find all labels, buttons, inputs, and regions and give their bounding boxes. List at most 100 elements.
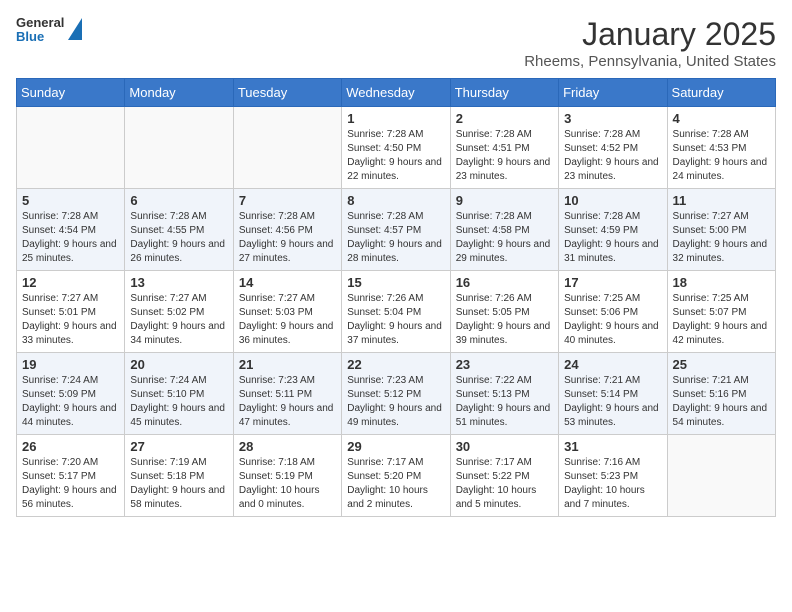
header-friday: Friday xyxy=(559,79,667,107)
table-row: 24 Sunrise: 7:21 AM Sunset: 5:14 PM Dayli… xyxy=(559,353,667,435)
day-number: 5 xyxy=(22,193,119,208)
table-row: 27Sunrise: 7:19 AM Sunset: 5:18 PM Dayli… xyxy=(125,435,233,517)
week-row-1: 1 Sunrise: 7:28 AM Sunset: 4:50 PM Daylig… xyxy=(17,107,776,189)
day-number: 24 xyxy=(564,357,661,372)
day-info: Sunrise: 7:23 AM Sunset: 5:11 PM Dayligh… xyxy=(239,374,336,430)
table-row: 19Sunrise: 7:24 AM Sunset: 5:09 PM Dayli… xyxy=(17,353,125,435)
table-row: 25Sunrise: 7:21 AM Sunset: 5:16 PM Dayli… xyxy=(667,353,775,435)
weekday-header-row: Sunday Monday Tuesday Wednesday Thursday… xyxy=(17,79,776,107)
week-row-2: 5 Sunrise: 7:28 AM Sunset: 4:54 PM Daylig… xyxy=(17,189,776,271)
day-info: Sunrise: 7:27 AM Sunset: 5:03 PM Dayligh… xyxy=(239,292,336,348)
day-number: 3 xyxy=(564,111,661,126)
day-number: 15 xyxy=(347,275,444,290)
day-info: Sunrise: 7:21 AM Sunset: 5:16 PM Dayligh… xyxy=(673,374,770,430)
header-thursday: Thursday xyxy=(450,79,558,107)
day-info: Sunrise: 7:21 AM Sunset: 5:14 PM Dayligh… xyxy=(564,374,661,430)
day-number: 21 xyxy=(239,357,336,372)
header-saturday: Saturday xyxy=(667,79,775,107)
day-number: 29 xyxy=(347,439,444,454)
day-info: Sunrise: 7:25 AM Sunset: 5:06 PM Dayligh… xyxy=(564,292,661,348)
day-info: Sunrise: 7:26 AM Sunset: 5:04 PM Dayligh… xyxy=(347,292,444,348)
day-number: 13 xyxy=(130,275,227,290)
day-info: Sunrise: 7:17 AM Sunset: 5:22 PM Dayligh… xyxy=(456,456,553,512)
table-row: 28Sunrise: 7:18 AM Sunset: 5:19 PM Dayli… xyxy=(233,435,341,517)
day-info: Sunrise: 7:24 AM Sunset: 5:10 PM Dayligh… xyxy=(130,374,227,430)
header-monday: Monday xyxy=(125,79,233,107)
day-info: Sunrise: 7:28 AM Sunset: 4:52 PM Dayligh… xyxy=(564,128,661,184)
title-area: January 2025 Rheems, Pennsylvania, Unite… xyxy=(524,16,776,70)
calendar-title: January 2025 xyxy=(524,16,776,53)
day-number: 30 xyxy=(456,439,553,454)
table-row: 9Sunrise: 7:28 AM Sunset: 4:58 PM Daylig… xyxy=(450,189,558,271)
day-info: Sunrise: 7:26 AM Sunset: 5:05 PM Dayligh… xyxy=(456,292,553,348)
table-row: 11Sunrise: 7:27 AM Sunset: 5:00 PM Dayli… xyxy=(667,189,775,271)
table-row: 8 Sunrise: 7:28 AM Sunset: 4:57 PM Daylig… xyxy=(342,189,450,271)
day-number: 27 xyxy=(130,439,227,454)
day-info: Sunrise: 7:28 AM Sunset: 4:50 PM Dayligh… xyxy=(347,128,444,184)
page-header: General Blue January 2025 Rheems, Pennsy… xyxy=(16,16,776,70)
table-row: 15 Sunrise: 7:26 AM Sunset: 5:04 PM Dayli… xyxy=(342,271,450,353)
calendar-table: Sunday Monday Tuesday Wednesday Thursday… xyxy=(16,78,776,517)
table-row xyxy=(233,107,341,189)
table-row: 30 Sunrise: 7:17 AM Sunset: 5:22 PM Dayli… xyxy=(450,435,558,517)
day-number: 10 xyxy=(564,193,661,208)
day-info: Sunrise: 7:20 AM Sunset: 5:17 PM Dayligh… xyxy=(22,456,119,512)
day-number: 1 xyxy=(347,111,444,126)
day-info: Sunrise: 7:27 AM Sunset: 5:02 PM Dayligh… xyxy=(130,292,227,348)
table-row: 22 Sunrise: 7:23 AM Sunset: 5:12 PM Dayli… xyxy=(342,353,450,435)
logo-general: General xyxy=(16,16,64,30)
logo-triangle-icon xyxy=(68,18,82,40)
day-number: 14 xyxy=(239,275,336,290)
day-number: 9 xyxy=(456,193,553,208)
day-number: 18 xyxy=(673,275,770,290)
day-number: 19 xyxy=(22,357,119,372)
table-row: 4Sunrise: 7:28 AM Sunset: 4:53 PM Daylig… xyxy=(667,107,775,189)
day-info: Sunrise: 7:22 AM Sunset: 5:13 PM Dayligh… xyxy=(456,374,553,430)
week-row-5: 26 Sunrise: 7:20 AM Sunset: 5:17 PM Dayli… xyxy=(17,435,776,517)
table-row: 17Sunrise: 7:25 AM Sunset: 5:06 PM Dayli… xyxy=(559,271,667,353)
table-row: 16Sunrise: 7:26 AM Sunset: 5:05 PM Dayli… xyxy=(450,271,558,353)
day-info: Sunrise: 7:28 AM Sunset: 4:55 PM Dayligh… xyxy=(130,210,227,266)
table-row: 13 Sunrise: 7:27 AM Sunset: 5:02 PM Dayli… xyxy=(125,271,233,353)
logo: General Blue xyxy=(16,16,82,45)
week-row-3: 12 Sunrise: 7:27 AM Sunset: 5:01 PM Dayli… xyxy=(17,271,776,353)
day-number: 22 xyxy=(347,357,444,372)
day-number: 12 xyxy=(22,275,119,290)
table-row: 1 Sunrise: 7:28 AM Sunset: 4:50 PM Daylig… xyxy=(342,107,450,189)
day-info: Sunrise: 7:28 AM Sunset: 4:57 PM Dayligh… xyxy=(347,210,444,266)
day-info: Sunrise: 7:25 AM Sunset: 5:07 PM Dayligh… xyxy=(673,292,770,348)
day-number: 8 xyxy=(347,193,444,208)
table-row: 20 Sunrise: 7:24 AM Sunset: 5:10 PM Dayli… xyxy=(125,353,233,435)
table-row: 6 Sunrise: 7:28 AM Sunset: 4:55 PM Daylig… xyxy=(125,189,233,271)
day-number: 26 xyxy=(22,439,119,454)
day-info: Sunrise: 7:17 AM Sunset: 5:20 PM Dayligh… xyxy=(347,456,444,512)
day-number: 23 xyxy=(456,357,553,372)
table-row xyxy=(667,435,775,517)
day-info: Sunrise: 7:28 AM Sunset: 4:51 PM Dayligh… xyxy=(456,128,553,184)
day-info: Sunrise: 7:27 AM Sunset: 5:00 PM Dayligh… xyxy=(673,210,770,266)
day-info: Sunrise: 7:16 AM Sunset: 5:23 PM Dayligh… xyxy=(564,456,661,512)
day-number: 6 xyxy=(130,193,227,208)
day-info: Sunrise: 7:28 AM Sunset: 4:59 PM Dayligh… xyxy=(564,210,661,266)
day-number: 20 xyxy=(130,357,227,372)
table-row: 23 Sunrise: 7:22 AM Sunset: 5:13 PM Dayli… xyxy=(450,353,558,435)
week-row-4: 19Sunrise: 7:24 AM Sunset: 5:09 PM Dayli… xyxy=(17,353,776,435)
table-row: 7Sunrise: 7:28 AM Sunset: 4:56 PM Daylig… xyxy=(233,189,341,271)
day-info: Sunrise: 7:27 AM Sunset: 5:01 PM Dayligh… xyxy=(22,292,119,348)
header-sunday: Sunday xyxy=(17,79,125,107)
day-info: Sunrise: 7:23 AM Sunset: 5:12 PM Dayligh… xyxy=(347,374,444,430)
table-row: 12 Sunrise: 7:27 AM Sunset: 5:01 PM Dayli… xyxy=(17,271,125,353)
table-row: 2 Sunrise: 7:28 AM Sunset: 4:51 PM Daylig… xyxy=(450,107,558,189)
day-number: 2 xyxy=(456,111,553,126)
table-row xyxy=(17,107,125,189)
day-number: 28 xyxy=(239,439,336,454)
table-row: 5 Sunrise: 7:28 AM Sunset: 4:54 PM Daylig… xyxy=(17,189,125,271)
day-number: 4 xyxy=(673,111,770,126)
table-row: 21 Sunrise: 7:23 AM Sunset: 5:11 PM Dayli… xyxy=(233,353,341,435)
header-wednesday: Wednesday xyxy=(342,79,450,107)
table-row: 31Sunrise: 7:16 AM Sunset: 5:23 PM Dayli… xyxy=(559,435,667,517)
table-row: 29 Sunrise: 7:17 AM Sunset: 5:20 PM Dayli… xyxy=(342,435,450,517)
table-row xyxy=(125,107,233,189)
day-info: Sunrise: 7:28 AM Sunset: 4:54 PM Dayligh… xyxy=(22,210,119,266)
day-number: 7 xyxy=(239,193,336,208)
